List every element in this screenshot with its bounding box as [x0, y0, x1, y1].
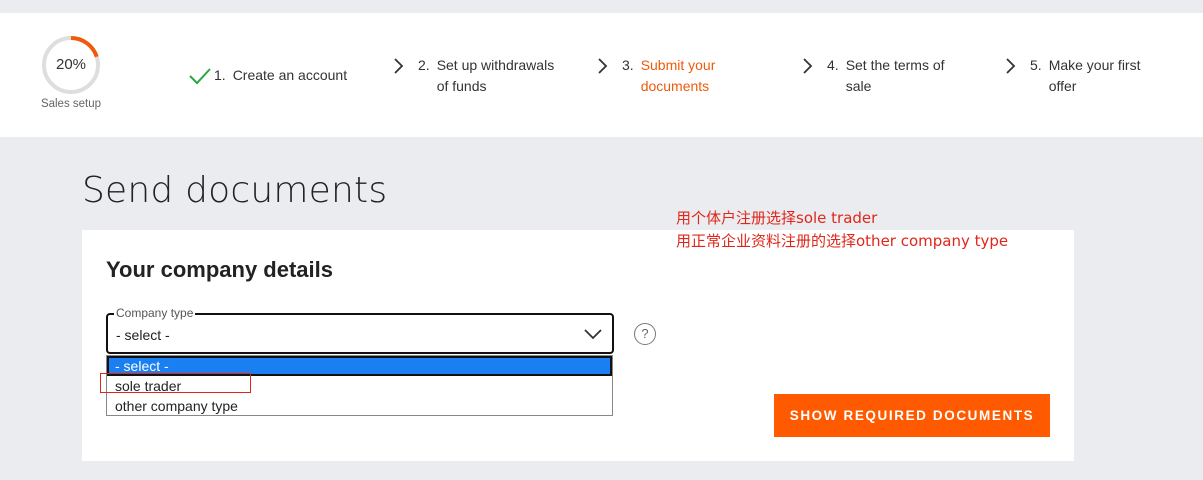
- chevron-right-icon: [1004, 55, 1028, 76]
- company-type-label: Company type: [114, 306, 196, 320]
- company-type-value: - select -: [116, 327, 170, 343]
- company-details-card: Your company details Company type - sele…: [82, 230, 1074, 461]
- progress-caption: Sales setup: [40, 98, 102, 110]
- section-title: Your company details: [106, 257, 333, 282]
- progress-percent: 20%: [55, 56, 87, 73]
- step-label: Submit your documents: [640, 57, 716, 94]
- step-submit-documents[interactable]: 3. Submit your documents: [596, 55, 715, 97]
- annotation-line: 用正常企业资料注册的选择other company type: [676, 232, 1009, 250]
- step-label: Create an account: [232, 67, 348, 83]
- chevron-right-icon: [392, 55, 416, 76]
- step-label: Set the terms of sale: [845, 57, 945, 94]
- step-withdrawals[interactable]: 2. Set up withdrawals of funds: [392, 55, 554, 97]
- company-type-select[interactable]: Company type - select -: [106, 306, 614, 354]
- step-number: 2.: [418, 57, 430, 73]
- step-number: 1.: [214, 67, 226, 83]
- chevron-down-icon: [584, 327, 602, 345]
- annotation-note: 用个体户注册选择sole trader 用正常企业资料注册的选择other co…: [676, 207, 1008, 253]
- step-number: 4.: [827, 57, 839, 73]
- chevron-right-icon: [801, 55, 825, 76]
- show-required-documents-button[interactable]: SHOW REQUIRED DOCUMENTS: [774, 394, 1050, 437]
- help-icon[interactable]: ?: [634, 323, 656, 345]
- checkmark-icon: [188, 65, 212, 86]
- step-label: Make your first offer: [1048, 57, 1141, 94]
- step-first-offer[interactable]: 5. Make your first offer: [1004, 55, 1141, 97]
- sales-setup-header: 20% Sales setup 1. Create an account 2. …: [0, 13, 1203, 137]
- step-label: Set up withdrawals of funds: [436, 57, 555, 94]
- annotation-line: 用个体户注册选择sole trader: [676, 209, 878, 227]
- annotation-highlight-box: [100, 373, 251, 393]
- page-title: Send documents: [82, 170, 388, 211]
- setup-progress: 20% Sales setup: [36, 35, 106, 110]
- step-create-account[interactable]: 1. Create an account: [188, 65, 347, 86]
- option-other-company-type[interactable]: other company type: [107, 396, 612, 416]
- chevron-right-icon: [596, 55, 620, 76]
- step-terms-of-sale[interactable]: 4. Set the terms of sale: [801, 55, 945, 97]
- step-number: 5.: [1030, 57, 1042, 73]
- step-number: 3.: [622, 57, 634, 73]
